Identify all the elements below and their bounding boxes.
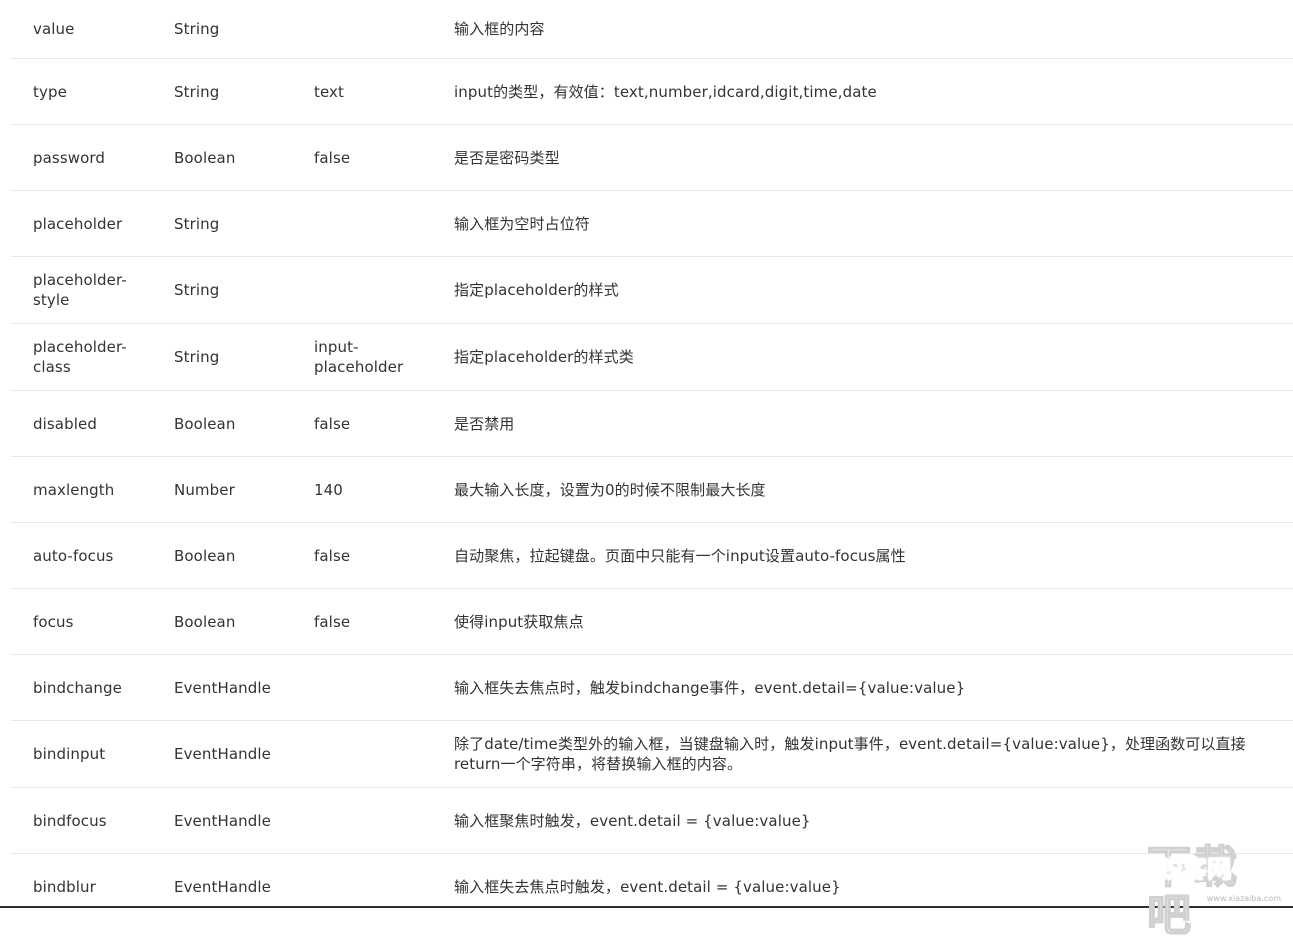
table-row: placeholder String 输入框为空时占位符 xyxy=(11,191,1293,257)
table-row: disabled Boolean false 是否禁用 xyxy=(11,391,1293,457)
attr-type: String xyxy=(174,82,220,101)
attr-type: EventHandle xyxy=(174,878,271,896)
attr-name: placeholder- class xyxy=(33,338,127,376)
table-row: value String 输入框的内容 xyxy=(11,0,1293,59)
attr-name: bindchange xyxy=(33,678,122,697)
table-row: password Boolean false 是否是密码类型 xyxy=(11,125,1293,191)
attr-description: 指定placeholder的样式 xyxy=(454,281,619,299)
attr-name: type xyxy=(33,82,67,101)
attr-type: Boolean xyxy=(174,148,236,167)
attr-type: String xyxy=(174,348,220,366)
table-row: focus Boolean false 使得input获取焦点 xyxy=(11,589,1293,655)
attr-type: Number xyxy=(174,480,235,499)
attr-name: bindinput xyxy=(33,745,106,763)
attr-description: 是否禁用 xyxy=(454,414,515,433)
table-row: placeholder- style String 指定placeholder的… xyxy=(11,257,1293,324)
attr-default xyxy=(314,655,444,720)
attr-name: value xyxy=(33,20,75,38)
attr-description: 最大输入长度，设置为0的时候不限制最大长度 xyxy=(454,480,766,499)
attr-description: input的类型，有效值：text,number,idcard,digit,ti… xyxy=(454,82,877,101)
attr-name: bindfocus xyxy=(33,811,107,830)
table-row: maxlength Number 140 最大输入长度，设置为0的时候不限制最大… xyxy=(11,457,1293,523)
attr-type: String xyxy=(174,214,220,233)
attr-default: false xyxy=(314,546,351,565)
attr-description: 是否是密码类型 xyxy=(454,148,560,167)
table-row: bindblur EventHandle 输入框失去焦点时触发，event.de… xyxy=(11,854,1293,920)
attr-default xyxy=(314,854,444,920)
attr-default xyxy=(314,721,444,787)
attr-name: focus xyxy=(33,612,74,631)
table-row: bindfocus EventHandle 输入框聚焦时触发，event.det… xyxy=(11,788,1293,854)
watermark-logo: 下载吧 锐客网 www.xiazaiba.com xyxy=(1146,843,1287,941)
attr-type: Boolean xyxy=(174,612,236,631)
attr-default xyxy=(314,191,444,256)
attr-default xyxy=(314,0,444,58)
attr-default: text xyxy=(314,82,345,101)
attr-type: String xyxy=(174,281,220,299)
attr-default xyxy=(314,257,444,323)
attr-name: auto-focus xyxy=(33,546,114,565)
table-row: bindinput EventHandle 除了date/time类型外的输入框… xyxy=(11,721,1293,788)
attr-type: Boolean xyxy=(174,414,236,433)
attr-default xyxy=(314,788,444,853)
table-row: bindchange EventHandle 输入框失去焦点时，触发bindch… xyxy=(11,655,1293,721)
attr-default: false xyxy=(314,414,351,433)
attr-description: 使得input获取焦点 xyxy=(454,612,584,631)
attr-type: EventHandle xyxy=(174,678,271,697)
table-row: auto-focus Boolean false 自动聚焦，拉起键盘。页面中只能… xyxy=(11,523,1293,589)
attr-description: 自动聚焦，拉起键盘。页面中只能有一个input设置auto-focus属性 xyxy=(454,546,906,565)
attr-name: bindblur xyxy=(33,878,96,896)
attr-type: String xyxy=(174,20,220,38)
attr-name: disabled xyxy=(33,414,97,433)
attr-default: false xyxy=(314,612,351,631)
attr-name: maxlength xyxy=(33,480,115,499)
attr-name: placeholder- style xyxy=(33,271,127,309)
attr-default: 140 xyxy=(314,480,343,499)
watermark-url: www.xiazaiba.com xyxy=(1206,894,1281,903)
attr-name: placeholder xyxy=(33,214,123,233)
attribute-table: value String 输入框的内容 type String text inp… xyxy=(11,0,1293,920)
table-row: placeholder- class String input- placeho… xyxy=(11,324,1293,391)
attr-description: 输入框失去焦点时，触发bindchange事件，event.detail={va… xyxy=(454,678,966,697)
attr-default: input- placeholder xyxy=(314,338,404,376)
attr-description: 除了date/time类型外的输入框，当键盘输入时，触发input事件，even… xyxy=(454,735,1246,773)
attr-type: Boolean xyxy=(174,546,236,565)
attr-type: EventHandle xyxy=(174,745,271,763)
attr-description: 指定placeholder的样式类 xyxy=(454,348,634,366)
watermark-main-text: 锐客网 xyxy=(1159,855,1232,884)
attr-name: password xyxy=(33,148,106,167)
attr-description: 输入框为空时占位符 xyxy=(454,214,590,233)
attr-default: false xyxy=(314,148,351,167)
table-row: type String text input的类型，有效值：text,numbe… xyxy=(11,59,1293,125)
attr-type: EventHandle xyxy=(174,811,271,830)
attr-description: 输入框的内容 xyxy=(454,20,545,38)
